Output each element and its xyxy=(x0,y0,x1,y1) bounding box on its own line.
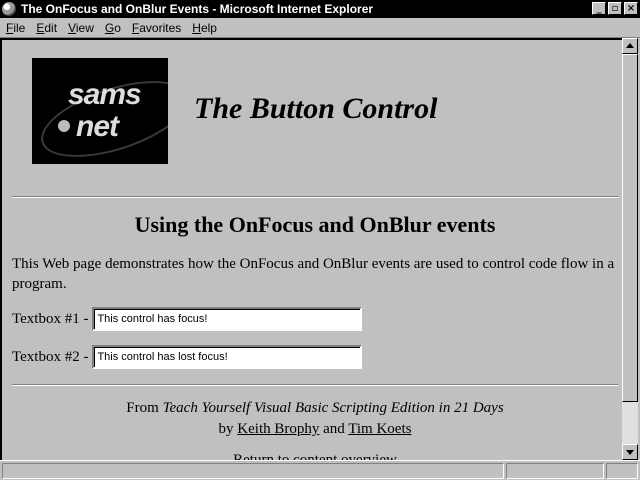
menu-file[interactable]: File xyxy=(0,21,30,35)
minimize-button[interactable]: _ xyxy=(592,2,606,15)
sams-net-logo: sams net xyxy=(32,58,168,164)
logo-text-net: net xyxy=(76,110,119,143)
title-bar[interactable]: The OnFocus and OnBlur Events - Microsof… xyxy=(0,0,640,18)
status-pane-zone xyxy=(506,463,604,479)
menu-favorites[interactable]: Favorites xyxy=(126,21,186,35)
return-link-partial[interactable]: Return to content overview xyxy=(12,452,618,460)
scroll-thumb[interactable] xyxy=(622,54,638,402)
menu-view[interactable]: View xyxy=(62,21,99,35)
horizontal-rule-bottom xyxy=(12,384,618,386)
scroll-down-button[interactable] xyxy=(622,444,638,460)
textbox1-input[interactable] xyxy=(92,307,363,331)
textbox2-input[interactable] xyxy=(92,345,363,369)
section-heading: Using the OnFocus and OnBlur events xyxy=(134,212,496,237)
textbox2-row: Textbox #2 - xyxy=(12,345,363,369)
page-viewport[interactable]: sams net The Button Control Using the On… xyxy=(0,38,622,460)
status-pane-main xyxy=(2,463,504,479)
arrow-down-icon xyxy=(626,450,634,455)
scroll-up-button[interactable] xyxy=(622,38,638,54)
credit-from: From xyxy=(126,400,163,416)
page-title: The Button Control xyxy=(194,92,438,125)
credit-by: by xyxy=(218,421,238,437)
menu-go[interactable]: Go xyxy=(99,21,126,35)
menu-help[interactable]: Help xyxy=(186,21,222,35)
window-title: The OnFocus and OnBlur Events - Microsof… xyxy=(21,2,374,16)
menu-bar: File Edit View Go Favorites Help xyxy=(0,18,640,38)
logo-dot xyxy=(58,120,70,132)
credit-and: and xyxy=(319,421,349,437)
logo-text-sams: sams xyxy=(68,78,142,111)
textbox1-row: Textbox #1 - xyxy=(12,307,363,331)
vertical-scrollbar[interactable] xyxy=(622,38,638,460)
internet-explorer-icon[interactable] xyxy=(2,2,16,16)
intro-paragraph: This Web page demonstrates how the OnFoc… xyxy=(12,256,615,292)
menu-edit[interactable]: Edit xyxy=(30,21,62,35)
status-pane-security xyxy=(606,463,638,479)
textbox2-label: Textbox #2 - xyxy=(12,348,89,365)
author-credit: by Keith Brophy and Tim Koets xyxy=(12,421,618,438)
textbox1-label: Textbox #1 - xyxy=(12,310,89,327)
author-link-keith-brophy[interactable]: Keith Brophy xyxy=(237,421,319,437)
window-controls: _ ▫ × xyxy=(590,2,638,15)
restore-button[interactable]: ▫ xyxy=(608,2,622,15)
status-bar xyxy=(0,460,640,480)
author-link-tim-koets[interactable]: Tim Koets xyxy=(348,421,411,437)
horizontal-rule-top xyxy=(12,196,618,198)
book-credit: From Teach Yourself Visual Basic Scripti… xyxy=(12,400,618,417)
book-title: Teach Yourself Visual Basic Scripting Ed… xyxy=(162,400,504,416)
close-button[interactable]: × xyxy=(624,2,638,15)
arrow-up-icon xyxy=(626,43,634,48)
